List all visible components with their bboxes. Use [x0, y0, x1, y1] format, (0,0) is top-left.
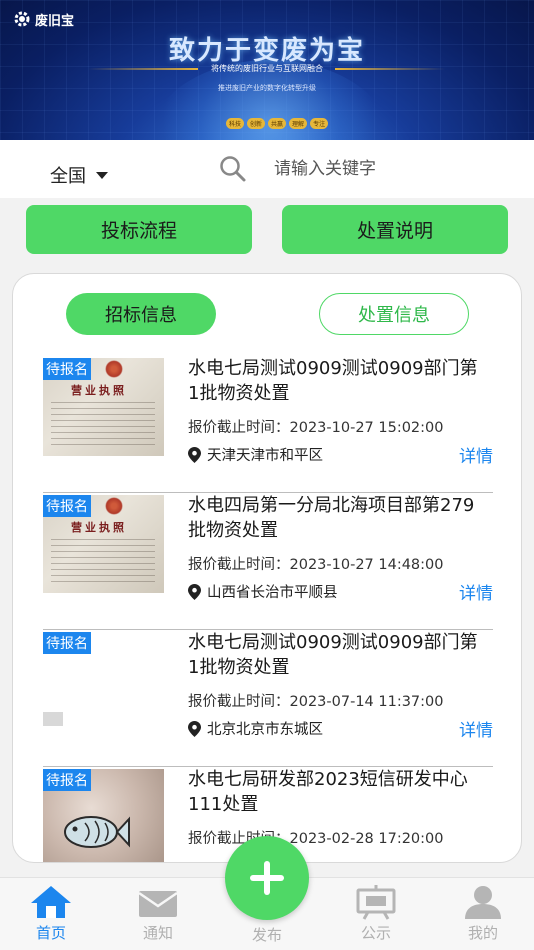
item-location: 山西省长治市平顺县 [188, 581, 338, 602]
fish-drawing-icon [64, 816, 130, 848]
gear-logo-icon [14, 11, 30, 27]
list-item[interactable]: 营业执照 待报名 水电四局第一分局北海项目部第279批物资处置 报价截止时间：2… [43, 493, 493, 630]
license-caption: 营业执照 [71, 521, 127, 534]
search-icon [220, 156, 246, 182]
logo-text: 废旧宝 [35, 13, 75, 29]
item-deadline: 报价截止时间：2023-07-14 11:37:00 [188, 694, 444, 710]
status-badge: 待报名 [43, 632, 91, 654]
disposal-description-button[interactable]: 处置说明 [282, 205, 508, 254]
plus-icon [250, 861, 284, 895]
banner-tags: 科技 创新 共赢 理解 专注 [226, 118, 329, 129]
user-icon [465, 886, 501, 919]
nav-notice-label: 通知 [142, 924, 173, 942]
banner-tag: 理解 [289, 118, 308, 129]
location-pin-icon [188, 583, 201, 600]
region-selector[interactable]: 全国 [50, 162, 108, 188]
search-input[interactable] [274, 159, 494, 179]
nav-announcement-label: 公示 [360, 924, 391, 942]
tab-tender-info[interactable]: 招标信息 [66, 293, 216, 335]
banner-tag: 专注 [310, 118, 329, 129]
add-button[interactable] [225, 836, 309, 920]
home-icon [31, 886, 71, 918]
banner-subtitle-2: 推进废旧产业的数字化转型升级 [218, 84, 316, 92]
license-text-lines [51, 539, 155, 585]
item-location: 天津天津市和平区 [188, 444, 323, 465]
top-banner[interactable]: 废旧宝 致力于变废为宝 将传统的废旧行业与互联网融合 推进废旧产业的数字化转型升… [0, 0, 534, 140]
banner-tag: 共赢 [268, 118, 287, 129]
location-pin-icon [188, 446, 201, 463]
status-badge: 待报名 [43, 769, 91, 791]
bid-process-button[interactable]: 投标流程 [26, 205, 252, 254]
seal-mark [105, 497, 123, 515]
nav-announcement[interactable]: 公示 [336, 884, 416, 943]
item-deadline: 报价截止时间：2023-10-27 15:02:00 [188, 420, 444, 436]
nav-mine-label: 我的 [467, 924, 498, 942]
banner-tag: 科技 [226, 118, 245, 129]
nav-notice[interactable]: 通知 [118, 884, 198, 943]
location-text: 山西省长治市平顺县 [207, 585, 338, 601]
location-text: 北京北京市东城区 [207, 722, 323, 738]
listing-card: 招标信息 处置信息 营业执照 待报名 水电七局测试0909测试0909部门第1批… [12, 273, 522, 863]
nav-publish-label: 发布 [251, 926, 282, 944]
item-title: 水电七局测试0909测试0909部门第1批物资处置 [188, 358, 478, 404]
nav-home[interactable]: 首页 [11, 884, 91, 943]
banner-subtitle: 将传统的废旧行业与互联网融合 [211, 64, 323, 73]
list-item[interactable]: 营业执照 待报名 水电七局测试0909测试0909部门第1批物资处置 报价截止时… [43, 356, 493, 493]
item-deadline: 报价截止时间：2023-10-27 14:48:00 [188, 557, 444, 573]
detail-link[interactable]: 详情 [459, 716, 493, 741]
mail-icon [138, 891, 178, 917]
detail-link[interactable]: 详情 [459, 442, 493, 467]
nav-mine[interactable]: 我的 [443, 884, 523, 943]
item-title: 水电七局研发部2023短信研发中心111处置 [188, 769, 468, 815]
item-deadline: 报价截止时间：2023-02-28 17:20:00 [188, 831, 444, 847]
banner-title: 致力于变废为宝 [168, 36, 365, 66]
item-title: 水电七局测试0909测试0909部门第1批物资处置 [188, 632, 478, 678]
item-location: 北京北京市东城区 [188, 718, 323, 739]
search-bar-row: 全国 [0, 140, 534, 198]
banner-tag: 创新 [247, 118, 266, 129]
app-logo: 废旧宝 [12, 9, 74, 29]
thumbnail-placeholder [43, 712, 63, 726]
region-label: 全国 [50, 166, 86, 187]
nav-home-label: 首页 [35, 924, 66, 942]
list-item[interactable]: 待报名 水电七局测试0909测试0909部门第1批物资处置 报价截止时间：202… [43, 630, 493, 767]
license-caption: 营业执照 [71, 384, 127, 397]
item-title: 水电四局第一分局北海项目部第279批物资处置 [188, 495, 475, 541]
detail-link[interactable]: 详情 [459, 579, 493, 604]
status-badge: 待报名 [43, 358, 91, 380]
location-pin-icon [188, 720, 201, 737]
license-text-lines [51, 402, 155, 448]
tab-disposal-info[interactable]: 处置信息 [319, 293, 469, 335]
search-box[interactable] [192, 146, 522, 192]
listing-list: 营业执照 待报名 水电七局测试0909测试0909部门第1批物资处置 报价截止时… [43, 356, 493, 862]
billboard-icon [356, 885, 396, 920]
location-text: 天津天津市和平区 [207, 448, 323, 464]
caret-down-icon [96, 171, 108, 179]
seal-mark [105, 360, 123, 378]
status-badge: 待报名 [43, 495, 91, 517]
